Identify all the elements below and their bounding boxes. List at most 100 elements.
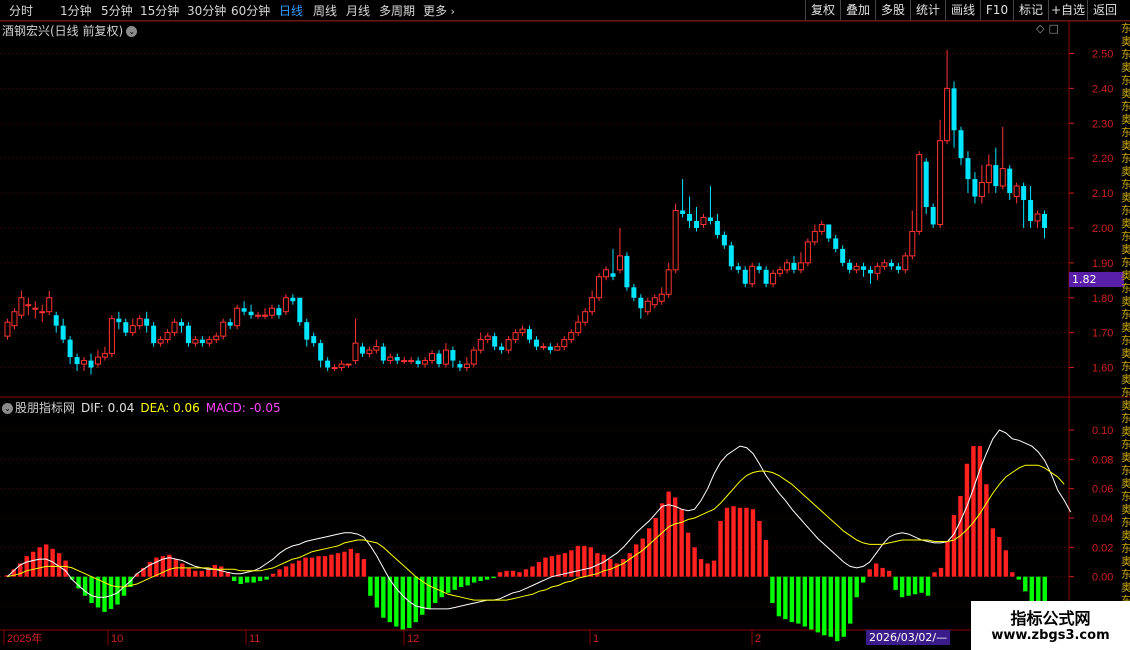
macd-bar <box>848 576 853 624</box>
macd-bar <box>342 551 347 577</box>
macd-bar <box>925 576 931 596</box>
candle-body <box>1013 185 1020 198</box>
candle-body <box>512 332 519 341</box>
candle-body <box>714 220 720 235</box>
macd-bar <box>471 576 477 583</box>
macd-bar <box>445 576 451 593</box>
macd-bar <box>536 562 542 577</box>
macd-bar <box>231 576 237 582</box>
candle-body <box>268 307 275 316</box>
candle-body <box>665 269 672 295</box>
candle-body <box>1021 186 1027 201</box>
macd-bar <box>763 540 769 577</box>
candle-body <box>67 339 73 358</box>
macd-bar <box>601 554 607 577</box>
candle-body <box>415 360 421 365</box>
macd-bar <box>873 563 879 577</box>
candle-body <box>804 241 811 264</box>
macd-bar <box>24 556 29 577</box>
candle-body <box>276 308 282 316</box>
macd-bar <box>491 576 496 579</box>
macd-bar <box>439 576 444 598</box>
diamond-icon[interactable]: ◇ <box>1036 22 1048 35</box>
candle-body <box>297 297 303 323</box>
macd-bar <box>400 576 405 630</box>
macd-bar <box>640 538 645 577</box>
macd-bar <box>880 567 885 577</box>
macd-bar <box>757 520 762 577</box>
macd-bar <box>575 545 581 577</box>
watermark-url: www.zbgs3.com <box>991 628 1110 643</box>
macd-bar <box>251 576 256 583</box>
candle-body <box>680 210 686 214</box>
macd-bar <box>744 507 749 577</box>
macd-bar <box>990 528 996 577</box>
candle-body <box>742 269 748 284</box>
candle-body <box>318 343 324 361</box>
macd-bar <box>523 569 529 577</box>
candle-body <box>868 269 874 274</box>
price-tick-label: 1.60 <box>1092 363 1113 375</box>
candle-body <box>847 262 853 270</box>
macd-bar <box>309 557 315 577</box>
macd-bar <box>361 559 367 577</box>
chart-canvas[interactable]: 2.50 2.40 2.30 2.20 2.10 2.00 1.90 1.80 1.70 1.60… <box>0 0 1130 650</box>
macd-bar <box>335 553 341 577</box>
candle-body <box>136 318 143 327</box>
macd-bar <box>724 507 730 577</box>
macd-tick-label: 0.04 <box>1092 513 1113 525</box>
macd-bar <box>497 572 503 577</box>
candle-body <box>763 269 769 284</box>
candle-body <box>32 307 39 310</box>
candle-body <box>380 346 386 361</box>
candle-body <box>255 314 262 317</box>
candle-body <box>457 364 463 368</box>
candle-body <box>373 346 380 351</box>
candle-body <box>88 360 94 368</box>
candle-body <box>965 158 971 180</box>
candle-body <box>958 130 964 159</box>
candle-body <box>311 336 317 344</box>
side-info-strip: 东奥东奥东奥东奥东奥东奥东奥东奥东奥东奥东奥东奥东奥东奥东奥东奥东奥东奥东奥东奥… <box>1121 22 1130 632</box>
watermark: 指标公式网 www.zbgs3.com <box>971 601 1130 650</box>
chevron-down-icon[interactable]: ⌄ <box>2 403 13 414</box>
candle-body <box>972 179 978 197</box>
candle-body <box>916 154 923 232</box>
macd-bar <box>886 570 892 577</box>
candle-body <box>853 265 860 271</box>
macd-bar <box>731 506 736 577</box>
candle-body <box>721 234 727 246</box>
date-label: 2025年 <box>7 631 42 645</box>
candle-body <box>616 255 623 271</box>
macd-bar <box>322 556 328 577</box>
crosshair-date-tag: 2026/03/02/— <box>866 630 951 645</box>
date-label: 10 <box>111 633 123 645</box>
dif-value: DIF: 0.04 <box>81 401 135 415</box>
macd-bar <box>997 537 1002 577</box>
macd-bar <box>413 576 418 623</box>
candle-body <box>568 332 575 341</box>
watermark-title: 指标公式网 <box>1010 609 1091 628</box>
macd-bar <box>238 576 243 584</box>
square-icon[interactable]: □ <box>1048 22 1062 35</box>
macd-bar <box>737 507 743 577</box>
candle-body <box>499 346 505 351</box>
candle-body <box>610 273 616 277</box>
macd-bar <box>484 576 490 580</box>
candle-body <box>888 262 894 267</box>
macd-bar <box>854 576 859 598</box>
macd-tick-label: 0.08 <box>1092 454 1113 466</box>
candle-body <box>304 322 310 340</box>
macd-bar <box>387 576 393 623</box>
candle-body <box>881 262 888 267</box>
date-label: 12 <box>407 633 419 645</box>
chevron-down-icon[interactable]: ⌄ <box>126 26 138 37</box>
macd-bar <box>465 576 470 586</box>
macd-bar <box>37 547 42 577</box>
macd-bar <box>478 576 483 582</box>
macd-bar <box>517 572 522 577</box>
candle-body <box>477 339 484 351</box>
macd-bar <box>290 563 295 577</box>
macd-bar <box>608 559 613 577</box>
candle-body <box>53 315 59 326</box>
